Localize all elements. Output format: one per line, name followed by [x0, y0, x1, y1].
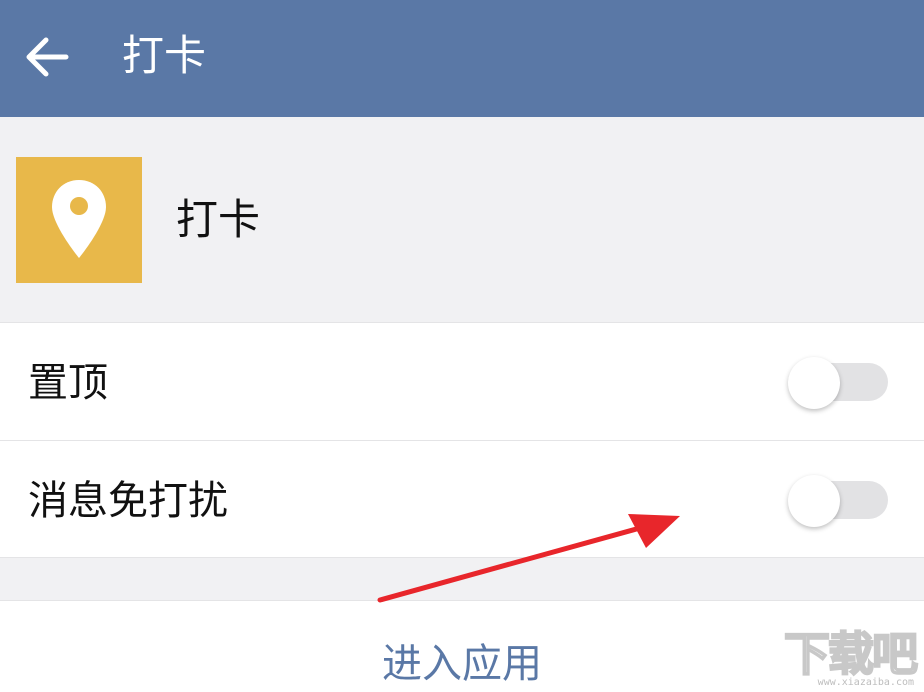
app-name: 打卡 [176, 195, 261, 244]
arrow-left-icon[interactable] [22, 32, 72, 82]
toggle-knob [788, 475, 840, 527]
pin-to-top-toggle[interactable] [788, 357, 888, 409]
setting-label: 消息免打扰 [28, 478, 228, 524]
enter-app-section: 进入应用 [0, 600, 924, 692]
enter-app-button[interactable]: 进入应用 [0, 639, 924, 689]
setting-row-do-not-disturb: 消息免打扰 [0, 440, 924, 558]
setting-label: 置顶 [28, 360, 108, 406]
app-icon [16, 157, 142, 283]
toggle-knob [788, 357, 840, 409]
settings-list: 置顶 消息免打扰 [0, 322, 924, 558]
setting-row-pin-to-top: 置顶 [0, 322, 924, 440]
title-bar: 打卡 [0, 0, 924, 117]
page-title: 打卡 [122, 31, 207, 80]
do-not-disturb-toggle[interactable] [788, 475, 888, 527]
app-info-section: 打卡 [0, 117, 924, 322]
location-pin-icon [52, 180, 106, 258]
